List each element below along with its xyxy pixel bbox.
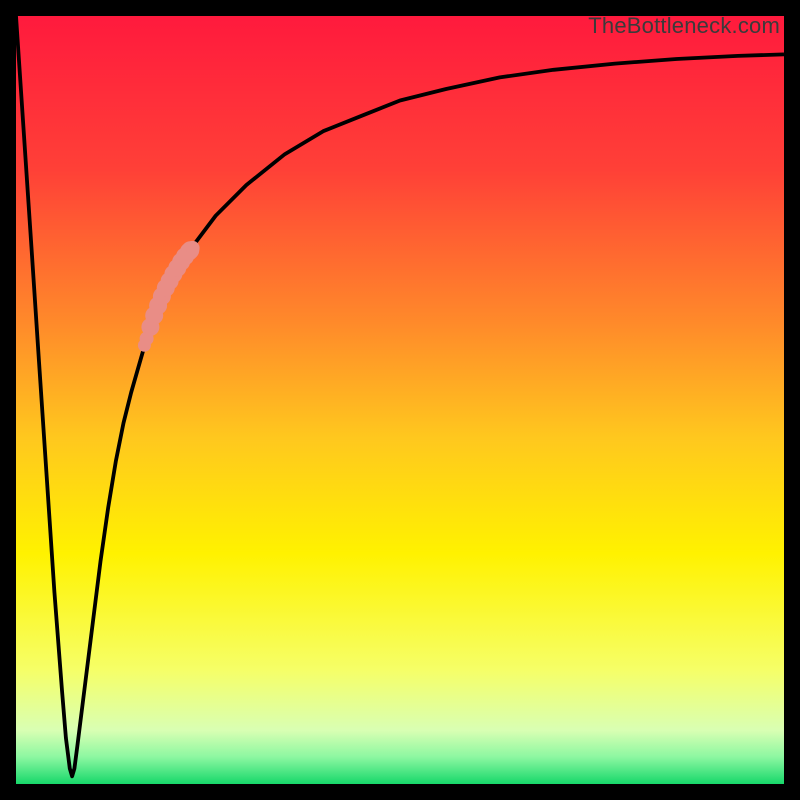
chart-canvas — [16, 16, 784, 784]
plot-area: TheBottleneck.com — [16, 16, 784, 784]
chart-frame: TheBottleneck.com — [0, 0, 800, 800]
